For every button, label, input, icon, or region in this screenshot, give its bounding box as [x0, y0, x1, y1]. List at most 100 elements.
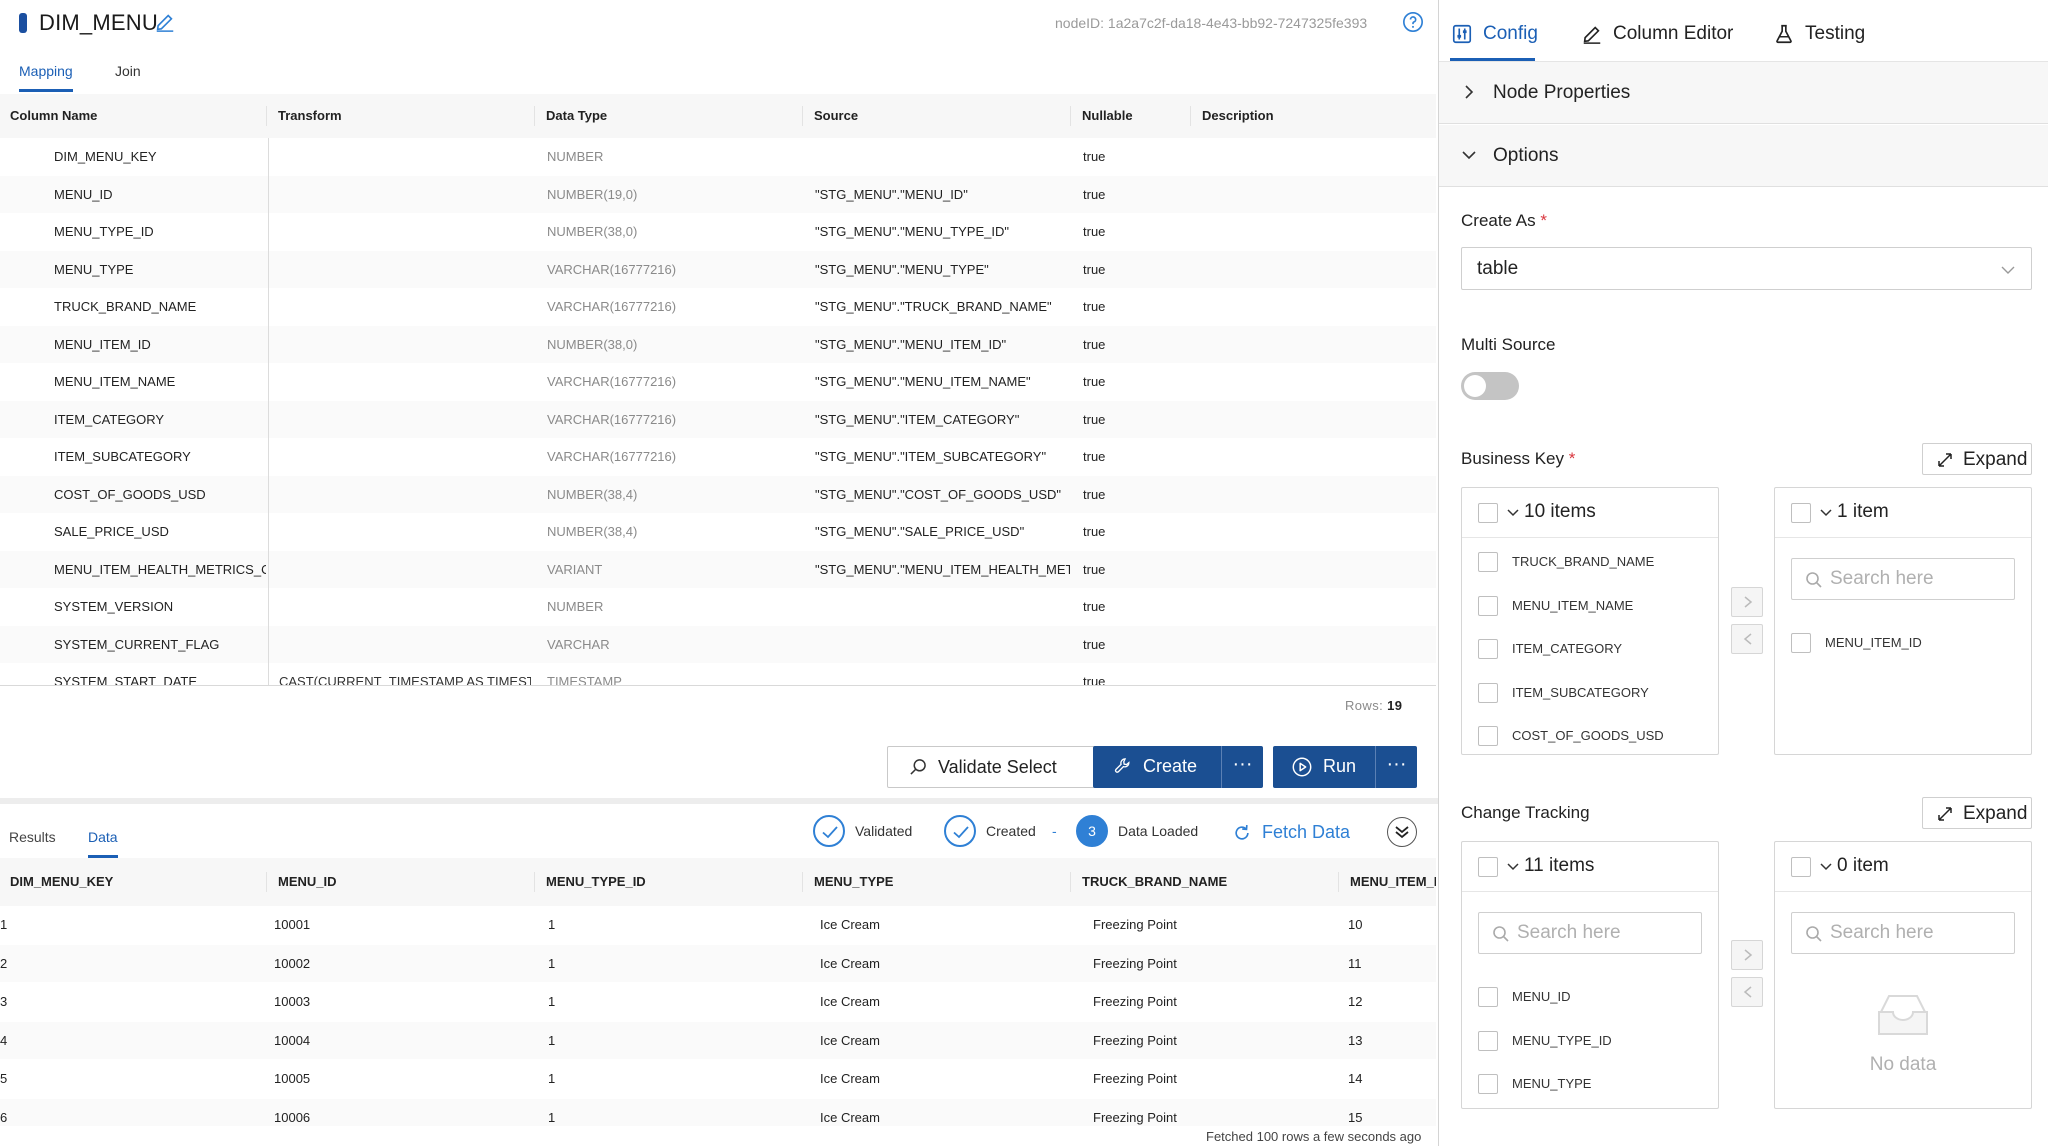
mapping-row[interactable]: MENU_ID NUMBER(19,0) "STG_MENU"."MENU_ID" t… [0, 175, 1436, 213]
create-button[interactable]: Create [1093, 746, 1221, 788]
transform-cell[interactable] [268, 288, 531, 326]
col-header-nullable[interactable]: Nullable [1072, 94, 1133, 138]
item-checkbox[interactable] [1478, 682, 1498, 703]
transfer-list-item[interactable]: ITEM_CATEGORY [1462, 629, 1718, 669]
validate-select-button[interactable]: Validate Select [887, 746, 1098, 788]
business-key-expand-button[interactable]: Expand [1922, 443, 2032, 475]
mapping-row[interactable]: MENU_ITEM_HEALTH_METRICS_OE VARIANT "STG_M… [0, 550, 1436, 588]
transfer-list-item[interactable]: MENU_ITEM_NAME [1462, 586, 1718, 626]
data-row[interactable]: 4 10004 1 Ice Cream Freezing Point 13 [0, 1021, 1436, 1059]
transform-cell[interactable] [268, 250, 531, 288]
select-all-checkbox[interactable] [1791, 857, 1811, 877]
data-row[interactable]: 5 10005 1 Ice Cream Freezing Point 14 [0, 1060, 1436, 1098]
change-tracking-expand-button[interactable]: Expand [1922, 797, 2032, 829]
item-checkbox[interactable] [1478, 595, 1498, 616]
collapse-results-button[interactable] [1387, 817, 1417, 847]
create-as-select[interactable]: table [1461, 247, 2032, 290]
select-all-checkbox[interactable] [1791, 503, 1811, 523]
col-header-data-type[interactable]: Data Type [536, 94, 607, 138]
data-row[interactable]: 1 10001 1 Ice Cream Freezing Point 10 [0, 906, 1436, 944]
move-right-button[interactable] [1731, 587, 1763, 617]
mapping-row[interactable]: MENU_ITEM_ID NUMBER(38,0) "STG_MENU"."MENU… [0, 325, 1436, 363]
item-checkbox[interactable] [1478, 726, 1498, 746]
transform-cell[interactable] [268, 588, 531, 626]
transfer-list-item[interactable]: MENU_TYPE_ID [1462, 1021, 1718, 1061]
transform-cell[interactable] [268, 475, 531, 513]
transform-cell[interactable] [268, 213, 531, 251]
transfer-list-item[interactable]: ITEM_SUBCATEGORY [1462, 673, 1718, 713]
node-properties-section[interactable]: Node Properties [1439, 62, 2048, 124]
transform-cell[interactable] [268, 550, 531, 588]
move-left-button[interactable] [1731, 977, 1763, 1007]
edit-title-icon[interactable] [154, 11, 176, 33]
mapping-row[interactable]: TRUCK_BRAND_NAME VARCHAR(16777216) "STG_ME… [0, 288, 1436, 326]
tab-data[interactable]: Data [88, 829, 118, 858]
transform-cell[interactable]: CAST(CURRENT_TIMESTAMP AS TIMESTA [268, 663, 531, 685]
data-col-header[interactable]: MENU_TYPE_ID [536, 858, 802, 906]
mapping-row[interactable]: SALE_PRICE_USD NUMBER(38,4) "STG_MENU"."SA… [0, 513, 1436, 551]
transform-cell[interactable] [268, 513, 531, 551]
help-icon[interactable] [1402, 11, 1424, 33]
mapping-row[interactable]: DIM_MENU_KEY NUMBER true [0, 138, 1436, 176]
item-checkbox[interactable] [1478, 1074, 1498, 1094]
run-more-button[interactable]: ··· [1375, 746, 1417, 788]
transfer-list-item[interactable]: TRUCK_BRAND_NAME [1462, 542, 1718, 582]
move-left-button[interactable] [1731, 624, 1763, 654]
transfer-list-item[interactable]: MENU_ITEM_ID [1775, 623, 2031, 663]
tab-results[interactable]: Results [9, 829, 56, 855]
mapping-row[interactable]: SYSTEM_START_DATE CAST(CURRENT_TIMESTAMP … [0, 663, 1436, 685]
create-more-button[interactable]: ··· [1221, 746, 1263, 788]
item-checkbox[interactable] [1478, 552, 1498, 572]
move-right-button[interactable] [1731, 940, 1763, 970]
transform-cell[interactable] [268, 438, 531, 476]
mapping-row[interactable]: SYSTEM_CURRENT_FLAG VARCHAR true [0, 625, 1436, 663]
item-checkbox[interactable] [1478, 639, 1498, 659]
mapping-row[interactable]: SYSTEM_VERSION NUMBER true [0, 588, 1436, 626]
pane-divider[interactable] [0, 798, 1438, 804]
data-col-header[interactable]: MENU_TYPE [804, 858, 1070, 906]
data-col-header[interactable]: DIM_MENU_KEY [0, 858, 266, 906]
options-section[interactable]: Options [1439, 125, 2048, 187]
data-col-header[interactable]: TRUCK_BRAND_NAME [1072, 858, 1338, 906]
transform-cell[interactable] [268, 175, 531, 213]
transform-cell[interactable] [268, 400, 531, 438]
transfer-list-item[interactable]: MENU_TYPE [1462, 1064, 1718, 1104]
chevron-down-icon[interactable] [1819, 506, 1833, 520]
mapping-row[interactable]: ITEM_SUBCATEGORY VARCHAR(16777216) "STG_ME… [0, 438, 1436, 476]
data-row[interactable]: 2 10002 1 Ice Cream Freezing Point 11 [0, 944, 1436, 982]
transfer-list-item[interactable]: MENU_ID [1462, 977, 1718, 1017]
select-all-checkbox[interactable] [1478, 503, 1498, 523]
chevron-down-icon[interactable] [1506, 860, 1520, 874]
transform-cell[interactable] [268, 325, 531, 363]
col-header-column-name[interactable]: Column Name [0, 94, 97, 138]
multi-source-toggle[interactable] [1461, 372, 1519, 400]
chevron-down-icon[interactable] [1506, 506, 1520, 520]
data-col-header[interactable]: MENU_ID [268, 858, 534, 906]
transform-cell[interactable] [268, 625, 531, 663]
tab-mapping[interactable]: Mapping [19, 63, 73, 92]
mapping-row[interactable]: MENU_TYPE_ID NUMBER(38,0) "STG_MENU"."MENU… [0, 213, 1436, 251]
select-all-checkbox[interactable] [1478, 857, 1498, 877]
data-row[interactable]: 6 10006 1 Ice Cream Freezing Point 15 [0, 1098, 1436, 1126]
mapping-row[interactable]: COST_OF_GOODS_USD NUMBER(38,4) "STG_MENU".… [0, 475, 1436, 513]
item-checkbox[interactable] [1478, 987, 1498, 1007]
data-col-header[interactable]: MENU_ITEM_I [1340, 858, 1436, 906]
target-search-input[interactable] [1830, 567, 2010, 591]
item-checkbox[interactable] [1791, 633, 1811, 653]
data-row[interactable]: 3 10003 1 Ice Cream Freezing Point 12 [0, 983, 1436, 1021]
chevron-down-icon[interactable] [1819, 860, 1833, 874]
col-header-source[interactable]: Source [804, 94, 858, 138]
run-button[interactable]: Run [1273, 746, 1375, 788]
source-search-input[interactable] [1517, 921, 1697, 945]
col-header-transform[interactable]: Transform [268, 94, 342, 138]
transform-cell[interactable] [268, 363, 531, 401]
item-checkbox[interactable] [1478, 1030, 1498, 1051]
mapping-row[interactable]: MENU_TYPE VARCHAR(16777216) "STG_MENU"."ME… [0, 250, 1436, 288]
mapping-row[interactable]: ITEM_CATEGORY VARCHAR(16777216) "STG_MENU"… [0, 400, 1436, 438]
transform-cell[interactable] [268, 138, 531, 176]
col-header-description[interactable]: Description [1192, 94, 1274, 138]
transfer-list-item[interactable]: COST_OF_GOODS_USD [1462, 716, 1718, 754]
target-search-input[interactable] [1830, 921, 2010, 945]
mapping-row[interactable]: MENU_ITEM_NAME VARCHAR(16777216) "STG_MENU… [0, 363, 1436, 401]
tab-join[interactable]: Join [115, 63, 141, 89]
